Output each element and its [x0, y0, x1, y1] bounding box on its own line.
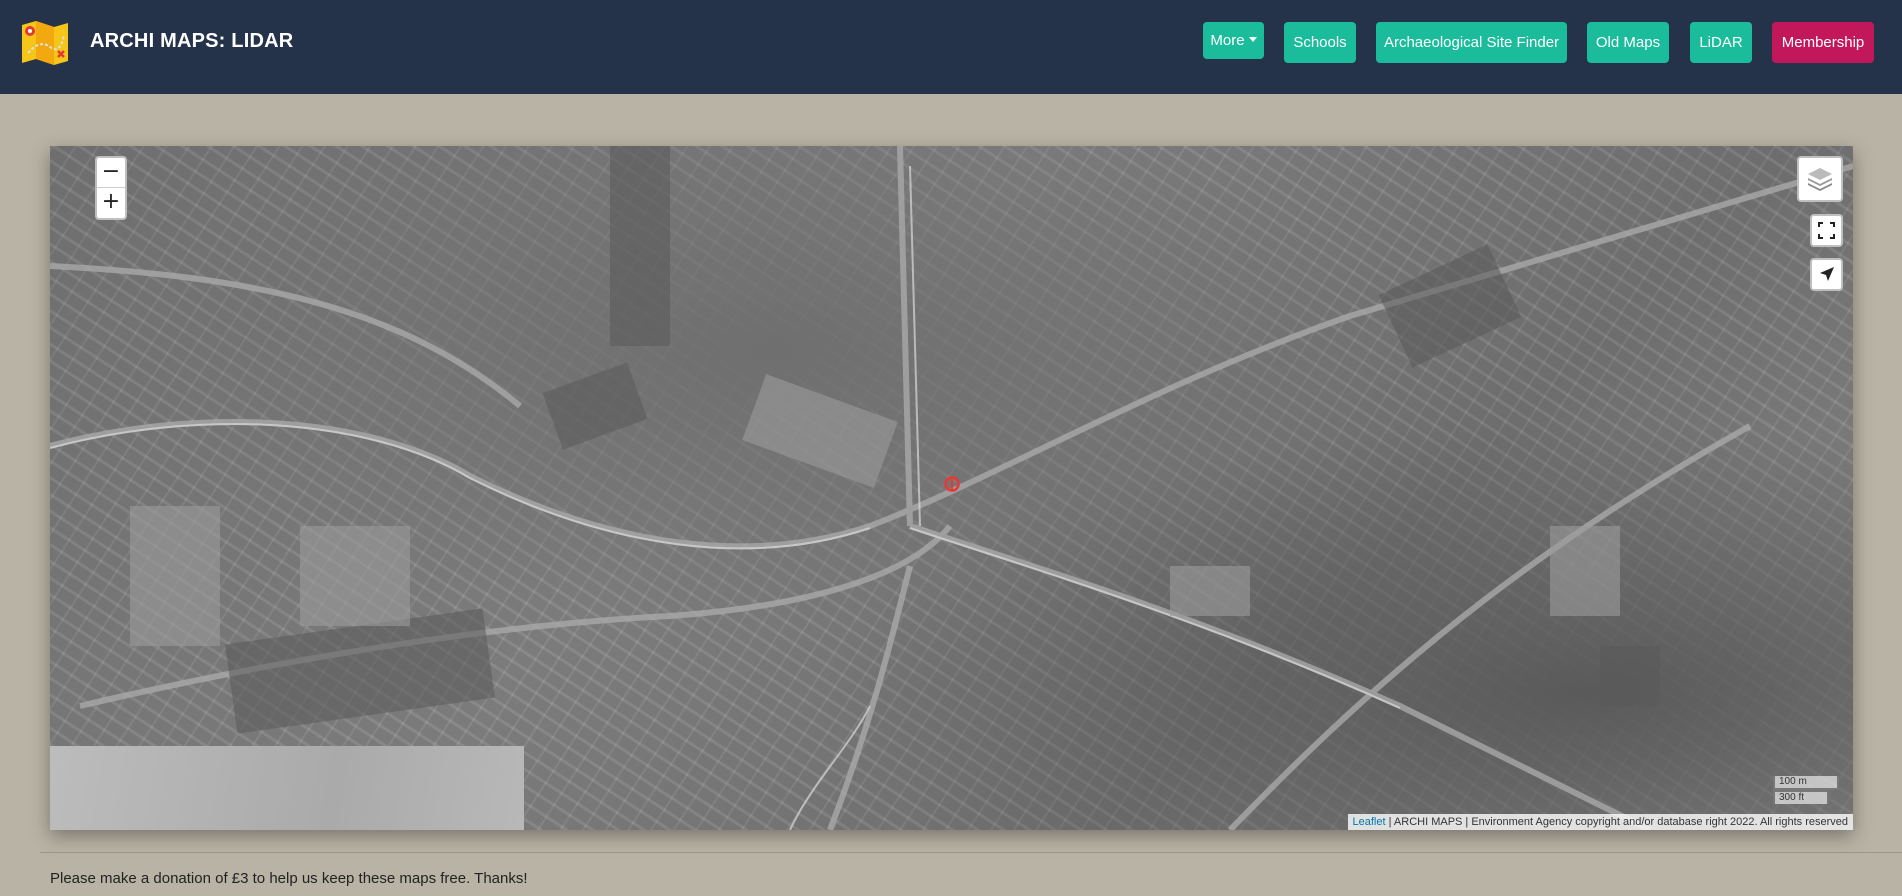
locate-button[interactable]: [1810, 258, 1843, 291]
caret-down-icon: [1248, 37, 1257, 42]
lowres-tile-area: [50, 746, 524, 830]
locate-arrow-icon: [1820, 267, 1834, 281]
lidar-button[interactable]: LiDAR: [1690, 22, 1752, 63]
leaflet-link[interactable]: Leaflet: [1353, 816, 1386, 828]
fullscreen-icon: [1818, 222, 1835, 239]
scale-imperial: 300 ft: [1773, 790, 1829, 804]
more-dropdown-button[interactable]: More: [1203, 22, 1264, 59]
lidar-map[interactable]: − + 100 m 300 ft Leaflet | ARCHI MAPS | …: [50, 146, 1853, 830]
schools-button[interactable]: Schools: [1284, 22, 1356, 63]
brand-title[interactable]: ARCHI MAPS: LIDAR: [90, 30, 293, 53]
site-finder-button[interactable]: Archaeological Site Finder: [1376, 22, 1567, 63]
attribution-text: | ARCHI MAPS | Environment Agency copyri…: [1385, 816, 1848, 828]
scale-metric: 100 m: [1773, 776, 1839, 790]
location-marker-icon[interactable]: [943, 475, 961, 493]
map-attribution: Leaflet | ARCHI MAPS | Environment Agenc…: [1347, 814, 1853, 830]
donation-text: Please make a donation of £3 to help us …: [50, 870, 528, 887]
more-label: More: [1210, 32, 1245, 49]
folded-map-icon[interactable]: [20, 17, 70, 67]
zoom-in-button[interactable]: +: [97, 188, 125, 218]
old-maps-button[interactable]: Old Maps: [1587, 22, 1669, 63]
membership-button[interactable]: Membership: [1772, 22, 1874, 63]
layers-button[interactable]: [1797, 156, 1843, 202]
navbar: ARCHI MAPS: LIDAR More Schools Archaeolo…: [0, 0, 1902, 94]
layers-icon: [1808, 168, 1832, 191]
footer-divider: [40, 852, 1902, 853]
fullscreen-button[interactable]: [1810, 214, 1843, 247]
zoom-out-button[interactable]: −: [97, 158, 125, 188]
zoom-control: − +: [95, 156, 127, 220]
scale-bar: 100 m 300 ft: [1773, 776, 1839, 804]
